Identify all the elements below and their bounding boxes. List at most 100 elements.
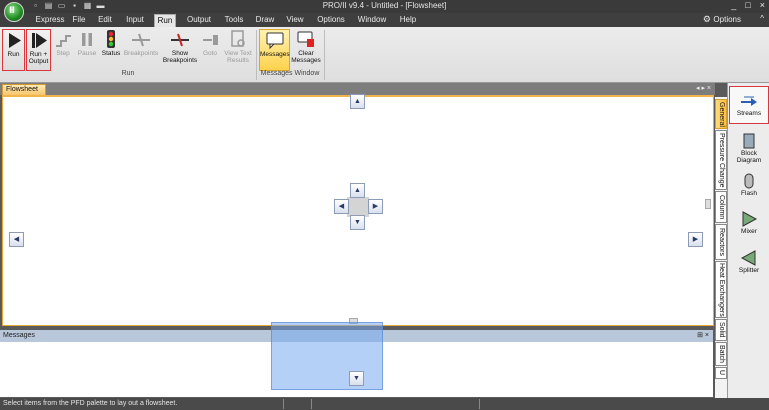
- goto-button[interactable]: Goto: [200, 29, 220, 71]
- ribbon-group-separator: [324, 30, 325, 80]
- step-button[interactable]: Step: [53, 29, 73, 71]
- palette-tab-general[interactable]: General: [715, 99, 727, 129]
- dock-bottom-icon[interactable]: ▼: [349, 371, 364, 386]
- palette-item-flash[interactable]: Flash: [729, 173, 769, 201]
- palette-tab-reactors[interactable]: Reactors: [715, 224, 727, 260]
- tab-express[interactable]: Express: [34, 14, 66, 27]
- vertical-scrollbar-thumb[interactable]: [705, 199, 711, 209]
- view-text-results-button-label: View Text Results: [224, 50, 252, 64]
- breakpoint-icon: [131, 30, 151, 49]
- palette-tabs: General Pressure Change Column Reactors …: [715, 97, 727, 398]
- pause-button-label: Pause: [77, 50, 97, 57]
- dock-guide-cross: ▲ ▼ ◀ ▶: [333, 183, 385, 231]
- status-divider: [479, 399, 480, 409]
- palette-item-streams-label: Streams: [736, 110, 762, 117]
- document-strip-controls[interactable]: ◂ ▸ ×: [696, 84, 711, 92]
- play-output-icon: [29, 31, 49, 50]
- palette-item-mixer[interactable]: Mixer: [729, 211, 769, 239]
- traffic-light-icon: [101, 30, 121, 49]
- pause-button[interactable]: Pause: [76, 29, 98, 71]
- ribbon-group-separator: [256, 30, 257, 80]
- tab-help[interactable]: Help: [398, 14, 418, 27]
- breakpoints-button[interactable]: Breakpoints: [123, 29, 159, 71]
- gear-icon[interactable]: ⚙: [703, 14, 711, 25]
- messages-panel-controls[interactable]: ⊞ ×: [697, 330, 709, 342]
- options-menu-button[interactable]: Options: [713, 15, 741, 24]
- ribbon: Run Run + Output Step Pause Status Break…: [0, 27, 769, 83]
- flash-drum-icon: [740, 173, 758, 189]
- close-window-button[interactable]: ×: [760, 0, 765, 10]
- tab-edit[interactable]: Edit: [96, 14, 114, 27]
- clear-messages-button-label: Clear Messages: [291, 50, 321, 64]
- streams-icon: [740, 93, 758, 109]
- dock-guide-center: [347, 197, 369, 217]
- dock-guide-right-icon[interactable]: ▶: [368, 199, 383, 214]
- show-breakpoint-icon: [170, 30, 190, 49]
- palette-tab-pressure-change[interactable]: Pressure Change: [715, 130, 727, 190]
- dock-guide-top-icon[interactable]: ▲: [350, 183, 365, 198]
- run-group-label: Run: [121, 70, 135, 77]
- step-icon: [53, 30, 73, 49]
- splitter-icon: [740, 250, 758, 266]
- play-icon: [4, 31, 24, 50]
- palette-tab-u[interactable]: U: [715, 367, 727, 379]
- minimize-window-button[interactable]: _: [731, 0, 736, 10]
- tab-output[interactable]: Output: [184, 14, 214, 27]
- messages-button[interactable]: Messages: [259, 29, 290, 71]
- window-title: PRO/II v9.4 - Untitled - [Flowsheet]: [322, 1, 447, 10]
- clear-messages-button[interactable]: Clear Messages: [291, 29, 321, 71]
- messages-window-group-label: Messages Window: [260, 70, 320, 77]
- tab-view[interactable]: View: [284, 14, 306, 27]
- tab-run[interactable]: Run: [154, 14, 176, 27]
- show-breakpoints-button-label: Show Breakpoints: [162, 50, 198, 64]
- block-diagram-icon: [740, 133, 758, 149]
- dock-right-icon[interactable]: ▶: [688, 232, 703, 247]
- palette-item-block-diagram[interactable]: Block Diagram: [729, 133, 769, 167]
- title-bar: ▫ ▤ ▭ ▪ ▦ ▬ PRO/II v9.4 - Untitled - [Fl…: [0, 0, 769, 13]
- palette-item-splitter-label: Splitter: [738, 267, 760, 274]
- status-bar: Select items from the PFD palette to lay…: [0, 398, 769, 410]
- pfd-palette: Streams Block Diagram Flash Mixer Splitt…: [727, 83, 769, 398]
- palette-tab-heat-exchangers[interactable]: Heat Exchangers: [715, 261, 727, 318]
- run-output-button[interactable]: Run + Output: [26, 29, 51, 71]
- tab-tools[interactable]: Tools: [222, 14, 246, 27]
- ribbon-tab-bar: Express File Edit Input Run Output Tools…: [0, 13, 769, 27]
- flowsheet-canvas[interactable]: ▲ ◀ ▶ ▲ ▼ ◀ ▶: [2, 94, 714, 326]
- message-bubble-icon: [265, 31, 285, 50]
- show-breakpoints-button[interactable]: Show Breakpoints: [161, 29, 199, 71]
- dock-guide-bottom-icon[interactable]: ▼: [350, 215, 365, 230]
- dock-drop-preview: ▼: [271, 322, 383, 390]
- palette-item-streams[interactable]: Streams: [729, 86, 769, 124]
- goto-button-label: Goto: [202, 50, 218, 57]
- tab-options[interactable]: Options: [316, 14, 346, 27]
- status-button[interactable]: Status: [100, 29, 122, 71]
- tab-flowsheet[interactable]: Flowsheet: [2, 84, 46, 95]
- dock-left-icon[interactable]: ◀: [9, 232, 24, 247]
- palette-tab-column[interactable]: Column: [715, 191, 727, 223]
- status-text: Select items from the PFD palette to lay…: [3, 400, 178, 407]
- window-controls: _ □ ×: [731, 0, 765, 10]
- palette-tab-solid[interactable]: Solid: [715, 319, 727, 341]
- application-menu-button[interactable]: Ⅱ: [4, 2, 24, 22]
- status-button-label: Status: [101, 50, 121, 57]
- clear-messages-icon: [296, 30, 316, 49]
- dock-top-icon[interactable]: ▲: [350, 94, 365, 109]
- messages-button-label: Messages: [260, 51, 290, 58]
- app-window: ▫ ▤ ▭ ▪ ▦ ▬ PRO/II v9.4 - Untitled - [Fl…: [0, 0, 769, 410]
- run-output-button-label: Run + Output: [28, 51, 49, 65]
- tab-file[interactable]: File: [70, 14, 88, 27]
- palette-tab-batch[interactable]: Batch: [715, 342, 727, 366]
- run-button[interactable]: Run: [2, 29, 25, 71]
- palette-item-mixer-label: Mixer: [741, 228, 757, 235]
- palette-item-splitter[interactable]: Splitter: [729, 250, 769, 278]
- status-divider: [283, 399, 284, 409]
- mixer-icon: [740, 211, 758, 227]
- tab-window[interactable]: Window: [356, 14, 388, 27]
- tab-draw[interactable]: Draw: [254, 14, 276, 27]
- minimize-ribbon-button[interactable]: ^: [760, 14, 764, 23]
- goto-icon: [200, 30, 220, 49]
- view-text-results-button[interactable]: View Text Results: [221, 29, 255, 71]
- maximize-window-button[interactable]: □: [745, 0, 750, 10]
- tab-input[interactable]: Input: [122, 14, 148, 27]
- dock-guide-left-icon[interactable]: ◀: [334, 199, 349, 214]
